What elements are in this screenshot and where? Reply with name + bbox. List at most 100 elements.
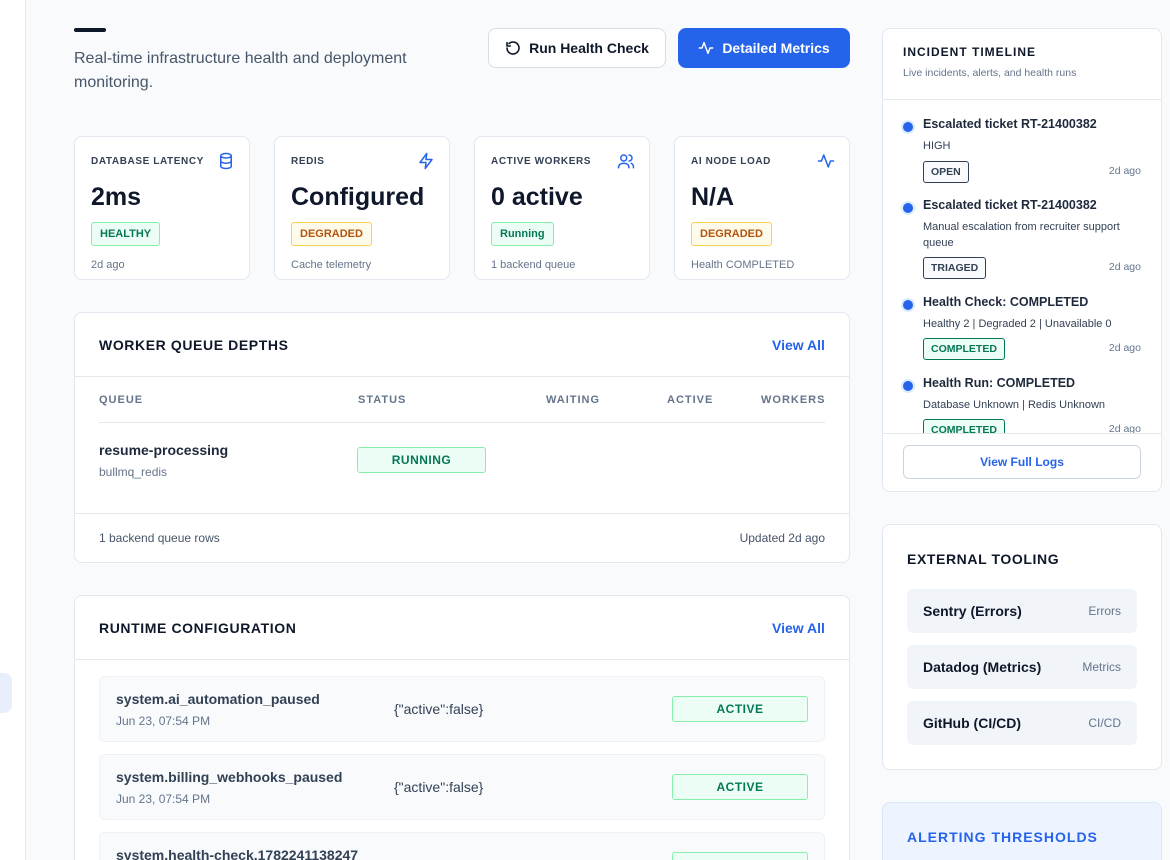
queue-driver: bullmq_redis — [99, 465, 168, 479]
queue-row-count: 1 backend queue rows — [99, 531, 220, 545]
database-icon — [220, 152, 232, 170]
status-badge: ACTIVE — [672, 696, 808, 722]
metric-value: Configured — [291, 183, 425, 211]
timeline-item-time: 2d ago — [1108, 423, 1141, 433]
timeline-dot — [903, 203, 913, 213]
tool-name: Sentry (Errors) — [923, 603, 1022, 619]
metric-card-ai-node-load: AI NODE LOAD N/A DEGRADED Health COMPLET… — [674, 136, 850, 280]
worker-queue-title: WORKER QUEUE DEPTHS — [99, 337, 289, 353]
metric-value: 0 active — [491, 183, 583, 211]
tool-name: Datadog (Metrics) — [923, 659, 1042, 675]
timeline-subtitle: Live incidents, alerts, and health runs — [903, 67, 1077, 79]
config-timestamp: Jun 23, 07:54 PM — [116, 714, 211, 728]
tool-category: CI/CD — [1088, 716, 1121, 730]
page-subtitle: Real-time infrastructure health and depl… — [74, 50, 407, 91]
timeline-item-title: Escalated ticket RT-21400382 — [923, 117, 1097, 131]
timeline-item[interactable]: Escalated ticket RT-21400382 Manual esca… — [903, 198, 1141, 288]
metric-footnote: 1 backend queue — [491, 259, 576, 271]
config-key: system.ai_automation_paused — [116, 691, 320, 707]
status-badge: COMPLETED — [923, 338, 1005, 360]
config-value: {"active":false} — [394, 779, 484, 795]
timeline-scroll-area[interactable]: Escalated ticket RT-21400382 HIGH OPEN 2… — [883, 100, 1161, 433]
metric-card-active-workers: ACTIVE WORKERS 0 active Running 1 backen… — [474, 136, 650, 280]
timeline-item-time: 2d ago — [1108, 165, 1141, 177]
metric-value: 2ms — [91, 183, 142, 211]
queue-view-all-link[interactable]: View All — [772, 337, 825, 353]
metric-label: DATABASE LATENCY — [91, 156, 204, 167]
metric-value: N/A — [691, 183, 735, 211]
config-row[interactable]: system.ai_automation_paused Jun 23, 07:5… — [99, 676, 825, 742]
status-badge: RUNNING — [357, 447, 486, 473]
timeline-item-time: 2d ago — [1108, 342, 1141, 354]
timeline-dot — [903, 381, 913, 391]
status-badge — [672, 852, 808, 860]
timeline-item-desc: HIGH — [923, 140, 951, 152]
config-row[interactable]: system.health-check.1782241138247 — [99, 832, 825, 860]
activity-icon — [817, 154, 835, 168]
activity-icon — [698, 41, 714, 55]
config-key: system.billing_webhooks_paused — [116, 769, 343, 785]
status-badge: HEALTHY — [91, 222, 161, 246]
detailed-metrics-label: Detailed Metrics — [722, 40, 830, 56]
timeline-item-desc: Manual escalation from recruiter support… — [923, 221, 1120, 249]
config-timestamp: Jun 23, 07:54 PM — [116, 792, 211, 806]
tool-category: Errors — [1088, 604, 1121, 618]
column-header-workers: WORKERS — [761, 394, 826, 406]
column-header-active: ACTIVE — [667, 394, 714, 406]
refresh-icon — [506, 41, 520, 55]
queue-updated-time: Updated 2d ago — [739, 531, 825, 545]
divider — [75, 659, 849, 660]
queue-name: resume-processing — [99, 442, 229, 458]
metric-footnote: 2d ago — [91, 259, 125, 271]
metric-label: REDIS — [291, 156, 325, 167]
divider — [75, 513, 849, 514]
config-row[interactable]: system.billing_webhooks_paused Jun 23, 0… — [99, 754, 825, 820]
users-icon — [617, 154, 635, 169]
metric-card-redis: REDIS Configured DEGRADED Cache telemetr… — [274, 136, 450, 280]
sidebar-active-indicator[interactable] — [0, 673, 12, 713]
status-badge: COMPLETED — [923, 419, 1005, 433]
status-badge: Running — [491, 222, 554, 246]
runtime-view-all-link[interactable]: View All — [772, 620, 825, 636]
divider — [99, 422, 825, 423]
timeline-item-title: Escalated ticket RT-21400382 — [923, 198, 1097, 212]
run-health-check-button[interactable]: Run Health Check — [488, 28, 666, 68]
timeline-item-desc: Healthy 2 | Degraded 2 | Unavailable 0 — [923, 318, 1112, 330]
timeline-item[interactable]: Health Check: COMPLETED Healthy 2 | Degr… — [903, 295, 1141, 365]
column-header-status: STATUS — [358, 394, 407, 406]
run-health-check-label: Run Health Check — [529, 40, 649, 56]
page-title-accent — [74, 28, 106, 32]
tool-category: Metrics — [1082, 660, 1121, 674]
timeline-item[interactable]: Health Run: COMPLETED Database Unknown |… — [903, 376, 1141, 433]
runtime-config-title: RUNTIME CONFIGURATION — [99, 620, 297, 636]
tool-name: GitHub (CI/CD) — [923, 715, 1021, 731]
status-badge: DEGRADED — [291, 222, 372, 246]
metric-label: ACTIVE WORKERS — [491, 156, 592, 167]
sidebar — [0, 0, 26, 860]
timeline-dot — [903, 122, 913, 132]
timeline-item[interactable]: Escalated ticket RT-21400382 HIGH OPEN 2… — [903, 117, 1141, 187]
timeline-dot — [903, 300, 913, 310]
divider — [75, 376, 849, 377]
detailed-metrics-button[interactable]: Detailed Metrics — [678, 28, 850, 68]
tool-link-sentry[interactable]: Sentry (Errors) Errors — [907, 589, 1137, 633]
timeline-item-desc: Database Unknown | Redis Unknown — [923, 399, 1106, 411]
timeline-item-title: Health Check: COMPLETED — [923, 295, 1089, 309]
tool-link-datadog[interactable]: Datadog (Metrics) Metrics — [907, 645, 1137, 689]
view-full-logs-button[interactable]: View Full Logs — [903, 445, 1141, 479]
timeline-title: INCIDENT TIMELINE — [903, 45, 1036, 59]
status-badge: DEGRADED — [691, 222, 772, 246]
timeline-item-title: Health Run: COMPLETED — [923, 376, 1076, 390]
lightning-icon — [419, 152, 433, 170]
config-value: {"active":false} — [394, 701, 484, 717]
timeline-item-time: 2d ago — [1108, 261, 1141, 273]
external-tooling-title: EXTERNAL TOOLING — [907, 551, 1060, 567]
metric-card-database-latency: DATABASE LATENCY 2ms HEALTHY 2d ago — [74, 136, 250, 280]
alerting-thresholds-title: ALERTING THRESHOLDS — [907, 829, 1098, 845]
metric-footnote: Health COMPLETED — [691, 259, 795, 271]
tool-link-github[interactable]: GitHub (CI/CD) CI/CD — [907, 701, 1137, 745]
metric-label: AI NODE LOAD — [691, 156, 771, 167]
status-badge: OPEN — [923, 161, 969, 183]
divider — [883, 433, 1161, 434]
config-key: system.health-check.1782241138247 — [116, 847, 359, 860]
